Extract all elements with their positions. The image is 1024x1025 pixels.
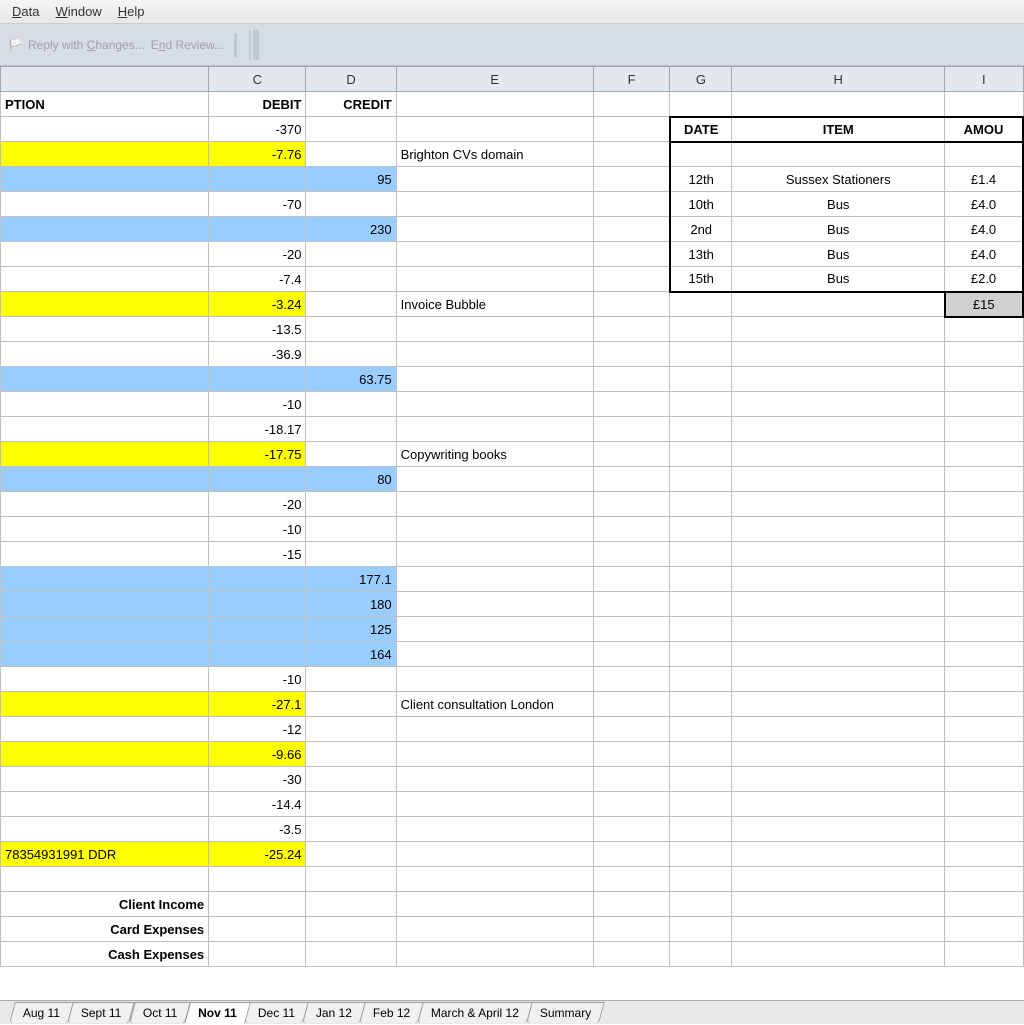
menu-window[interactable]: Window: [47, 2, 109, 21]
table-row: -10: [1, 517, 1024, 542]
table-row: -12: [1, 717, 1024, 742]
table-row: 63.75: [1, 367, 1024, 392]
table-row: -7.76 Brighton CVs domain: [1, 142, 1024, 167]
reply-with-changes-button: Reply with Changes...: [28, 38, 145, 52]
sheet-tab-feb-12[interactable]: Feb 12: [359, 1002, 424, 1023]
col-header-c[interactable]: C: [209, 67, 306, 92]
table-row: 80: [1, 467, 1024, 492]
table-row: Client Income: [1, 892, 1024, 917]
expense-header-date[interactable]: DATE: [670, 117, 732, 142]
header-debit[interactable]: DEBIT: [209, 92, 306, 117]
table-row: [1, 867, 1024, 892]
col-header-f[interactable]: F: [593, 67, 670, 92]
menu-data[interactable]: Data: [4, 2, 47, 21]
header-labels-row: PTION DEBIT CREDIT: [1, 92, 1024, 117]
spreadsheet-grid[interactable]: C D E F G H I PTION DEBIT CREDIT -370 DA…: [0, 66, 1024, 1000]
expense-header-item[interactable]: ITEM: [732, 117, 945, 142]
table-row: Cash Expenses: [1, 942, 1024, 967]
table-row: -370 DATE ITEM AMOU: [1, 117, 1024, 142]
table-row: -10: [1, 392, 1024, 417]
col-header-d[interactable]: D: [306, 67, 396, 92]
table-row: -15: [1, 542, 1024, 567]
toolbar-separator: [234, 33, 237, 57]
table-row: -70 10th Bus £4.0: [1, 192, 1024, 217]
table-row: 230 2nd Bus £4.0: [1, 217, 1024, 242]
column-header-row: C D E F G H I: [1, 67, 1024, 92]
table-row: -36.9: [1, 342, 1024, 367]
review-toolbar: 🏳️ Reply with Changes... End Review...: [0, 24, 1024, 66]
end-review-button: End Review...: [151, 38, 224, 52]
col-header-e[interactable]: E: [396, 67, 593, 92]
col-header-b[interactable]: [1, 67, 209, 92]
table-row: 177.1: [1, 567, 1024, 592]
sheet-tab-march-april-12[interactable]: March & April 12: [418, 1002, 534, 1023]
sheet-tab-jan-12[interactable]: Jan 12: [302, 1002, 366, 1023]
expense-header-amount[interactable]: AMOU: [945, 117, 1023, 142]
sheet-tab-aug-11[interactable]: Aug 11: [9, 1002, 74, 1023]
menu-bar: Data Window Help: [0, 0, 1024, 24]
toolbar-handle[interactable]: [249, 30, 259, 60]
sheet-tab-summary[interactable]: Summary: [527, 1002, 606, 1023]
table-row: 164: [1, 642, 1024, 667]
table-row: Card Expenses: [1, 917, 1024, 942]
col-header-i[interactable]: I: [945, 67, 1023, 92]
table-row: -3.5: [1, 817, 1024, 842]
table-row: 125: [1, 617, 1024, 642]
sheet-tab-nov-11[interactable]: Nov 11: [184, 1002, 251, 1025]
table-row: -27.1Client consultation London: [1, 692, 1024, 717]
menu-help[interactable]: Help: [110, 2, 153, 21]
table-row: -10: [1, 667, 1024, 692]
col-header-g[interactable]: G: [670, 67, 732, 92]
table-row: -30: [1, 767, 1024, 792]
table-row: -20: [1, 492, 1024, 517]
table-row: -14.4: [1, 792, 1024, 817]
sheet-tab-oct-11[interactable]: Oct 11: [129, 1002, 191, 1023]
table-row: -17.75Copywriting books: [1, 442, 1024, 467]
sheet-tab-sept-11[interactable]: Sept 11: [67, 1002, 135, 1023]
flag-icon: 🏳️: [8, 38, 22, 52]
col-header-h[interactable]: H: [732, 67, 945, 92]
table-row: 180: [1, 592, 1024, 617]
sheet-tabs-container: Aug 11 Sept 11 Oct 11 Nov 11 Dec 11 Jan …: [0, 1000, 1024, 1024]
table-row: -7.4 15th Bus £2.0: [1, 267, 1024, 292]
table-row: -18.17: [1, 417, 1024, 442]
header-credit[interactable]: CREDIT: [306, 92, 396, 117]
sheet-tab-dec-11[interactable]: Dec 11: [244, 1002, 309, 1023]
table-row: -13.5: [1, 317, 1024, 342]
table-row: -3.24 Invoice Bubble £15: [1, 292, 1024, 317]
header-description[interactable]: PTION: [1, 92, 209, 117]
table-row: -20 13th Bus £4.0: [1, 242, 1024, 267]
table-row: 78354931991 DDR-25.24: [1, 842, 1024, 867]
table-row: 95 12th Sussex Stationers £1.4: [1, 167, 1024, 192]
table-row: -9.66: [1, 742, 1024, 767]
